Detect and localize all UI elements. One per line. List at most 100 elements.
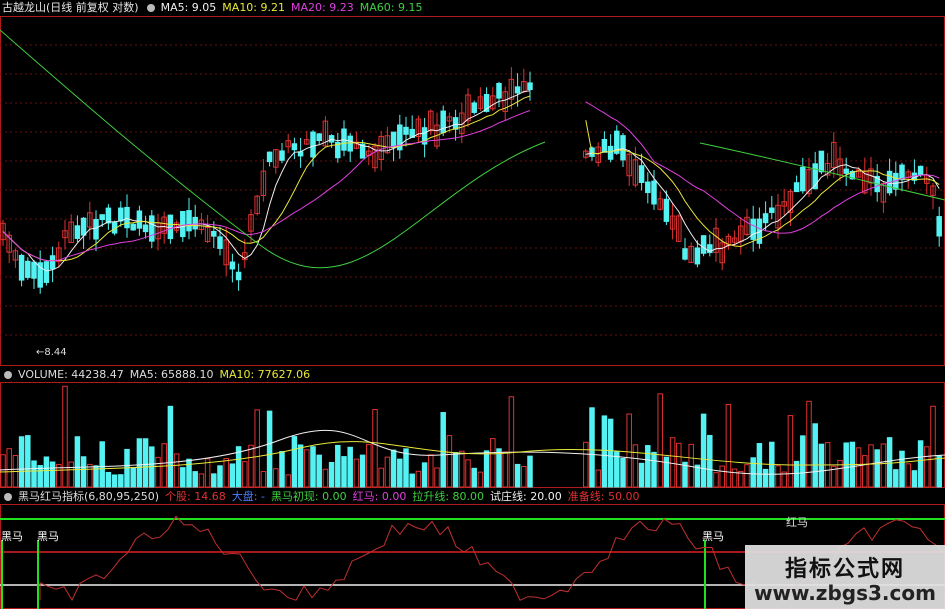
candle-body bbox=[31, 261, 37, 279]
volume-bar bbox=[390, 449, 397, 488]
volume-bar bbox=[465, 459, 471, 488]
volume-bar bbox=[583, 441, 589, 488]
volume-bar bbox=[868, 444, 874, 488]
volume-bar bbox=[68, 461, 74, 488]
volume-title: VOLUME: 44238.47 bbox=[18, 368, 124, 381]
settings-dot-icon[interactable] bbox=[4, 371, 12, 379]
volume-bar bbox=[694, 464, 701, 488]
volume-bar bbox=[211, 473, 217, 488]
settings-dot-icon[interactable] bbox=[4, 493, 12, 501]
volume-bar bbox=[601, 415, 608, 488]
volume-bar bbox=[266, 410, 273, 488]
candle-body bbox=[700, 235, 707, 254]
volume-bar bbox=[347, 446, 353, 488]
settings-dot-icon[interactable] bbox=[146, 4, 155, 12]
moving-average-lines bbox=[0, 29, 945, 272]
zhunbeixian-value: 准备线: 50.00 bbox=[567, 490, 640, 503]
volume-bar bbox=[589, 407, 595, 488]
volume-bar bbox=[322, 468, 329, 488]
volume-bar bbox=[31, 460, 37, 488]
volume-bar bbox=[731, 468, 738, 488]
volume-bar bbox=[744, 464, 750, 488]
volume-bar bbox=[43, 456, 50, 488]
volume-bar bbox=[886, 437, 893, 488]
ma10-line bbox=[2, 95, 940, 262]
volume-bar bbox=[167, 405, 174, 488]
volume-ma5: MA5: 65888.10 bbox=[129, 368, 214, 381]
volume-bar bbox=[254, 409, 260, 488]
volume-bar bbox=[669, 437, 676, 488]
volume-bar bbox=[862, 455, 868, 488]
candle-body bbox=[186, 210, 192, 232]
volume-bar bbox=[725, 403, 732, 488]
candle-body bbox=[645, 181, 651, 194]
volume-bar bbox=[409, 473, 415, 488]
volume-bar bbox=[0, 454, 6, 488]
volume-bar bbox=[527, 455, 533, 488]
volume-bar bbox=[440, 412, 446, 488]
candle-body bbox=[80, 217, 87, 236]
candle-body bbox=[316, 133, 322, 142]
volume-bar bbox=[111, 474, 118, 488]
candle-body bbox=[347, 135, 353, 152]
volume-bar bbox=[471, 467, 477, 488]
volume-bar bbox=[105, 471, 112, 488]
volume-bar bbox=[6, 448, 12, 488]
volume-bar bbox=[434, 467, 440, 488]
watermark-url: www.zbgs3.com bbox=[754, 581, 936, 605]
ma5-line bbox=[2, 90, 940, 272]
volume-bar bbox=[459, 450, 465, 488]
lashengxian-value: 拉升线: 80.00 bbox=[412, 490, 485, 503]
candle-body bbox=[93, 218, 99, 240]
volume-bar bbox=[676, 442, 682, 488]
volume-bar bbox=[74, 436, 81, 488]
candle-body bbox=[235, 271, 242, 281]
volume-bar bbox=[359, 454, 366, 488]
volume-bar bbox=[328, 462, 335, 488]
volume-bar bbox=[502, 451, 508, 488]
candle-body bbox=[638, 165, 645, 183]
volume-bar bbox=[341, 456, 347, 488]
gegu-value: 个股: 14.68 bbox=[165, 490, 226, 503]
volume-bar bbox=[762, 468, 769, 488]
watermark: 指标公式网 www.zbgs3.com bbox=[745, 545, 945, 609]
candle-body bbox=[149, 215, 155, 242]
volume-bars bbox=[0, 385, 945, 488]
candle-body bbox=[496, 82, 502, 99]
volume-bar bbox=[99, 441, 105, 488]
candle-body bbox=[124, 206, 130, 229]
volume-bar bbox=[880, 443, 887, 488]
candle-body bbox=[601, 138, 608, 153]
candle-body bbox=[74, 225, 81, 239]
candle-body bbox=[180, 210, 186, 238]
volume-bar bbox=[421, 462, 428, 488]
candle-body bbox=[18, 254, 25, 281]
volume-bar bbox=[645, 445, 651, 488]
volume-bar bbox=[651, 451, 657, 488]
candle-body bbox=[793, 182, 800, 193]
candle-body bbox=[25, 260, 31, 278]
volume-bar bbox=[638, 462, 645, 488]
volume-bar bbox=[756, 443, 763, 488]
candle-body bbox=[769, 207, 775, 213]
volume-bar bbox=[607, 418, 614, 488]
volume-bar bbox=[161, 443, 167, 488]
volume-bar bbox=[787, 415, 794, 488]
volume-bar bbox=[384, 456, 391, 488]
volume-bar bbox=[632, 444, 639, 488]
volume-bar bbox=[316, 454, 322, 488]
volume-bar bbox=[707, 434, 713, 488]
dapan-value: 大盘: - bbox=[231, 490, 265, 503]
heima-signal-label: 黑马 bbox=[1, 530, 23, 543]
candle-body bbox=[118, 207, 124, 222]
volume-bar bbox=[924, 446, 930, 488]
candle-body bbox=[43, 261, 50, 283]
volume-bar bbox=[812, 423, 818, 488]
volume-bar bbox=[248, 444, 254, 488]
candle-body bbox=[843, 168, 849, 174]
volume-bar bbox=[297, 444, 304, 488]
heima-signal-label: 黑马 bbox=[702, 530, 724, 543]
volume-bar bbox=[118, 474, 124, 488]
volume-bar bbox=[136, 438, 143, 488]
volume-bar bbox=[620, 457, 626, 488]
